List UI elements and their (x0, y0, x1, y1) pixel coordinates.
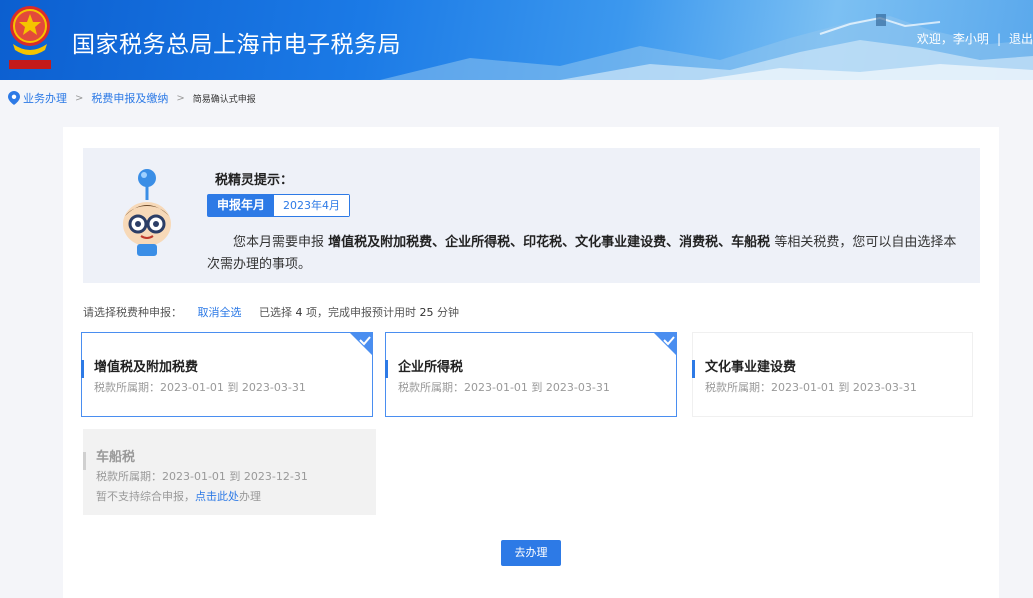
tax-card-name: 车船税 (96, 450, 136, 465)
selected-count: 4 (295, 306, 303, 319)
tax-card-cultural-fee[interactable]: 文化事业建设费 税款所属期：2023-01-01 到 2023-03-31 (692, 332, 973, 417)
breadcrumb-business[interactable]: 业务办理 (23, 90, 67, 106)
location-pin-icon (8, 91, 20, 105)
breadcrumb: 业务办理 > 税费申报及缴纳 > 简易确认式申报 (8, 90, 256, 106)
tax-assistant-mascot-icon (123, 169, 171, 256)
tax-card-name: 企业所得税 (398, 360, 464, 375)
tax-card-period: 税款所属期：2023-01-01 到 2023-03-31 (398, 381, 610, 394)
card-accent-bar (692, 360, 695, 378)
go-process-button[interactable]: 去办理 (501, 540, 561, 566)
tip-title: 税精灵提示： (215, 173, 294, 188)
tax-card-period: 税款所属期：2023-01-01 到 2023-03-31 (705, 381, 917, 394)
logout-link[interactable]: 退出 (1009, 32, 1033, 46)
filing-period-value: 2023年4月 (274, 195, 350, 216)
tax-card-vat[interactable]: 增值税及附加税费 税款所属期：2023-01-01 到 2023-03-31 (81, 332, 373, 417)
user-area: 欢迎，李小明 | 退出 (917, 30, 1033, 47)
selection-summary-mid: 项，完成申报预计用时 (306, 306, 416, 319)
main-panel: 税精灵提示： 申报年月 2023年4月 您本月需要申报 增值税及附加税费、企业所… (63, 127, 999, 598)
tip-text: 您本月需要申报 增值税及附加税费、企业所得税、印花税、文化事业建设费、消费税、车… (207, 232, 967, 276)
selection-bar: 请选择税费种申报： 取消全选 已选择 4 项，完成申报预计用时 25 分钟 (83, 304, 459, 320)
tip-box: 税精灵提示： 申报年月 2023年4月 您本月需要申报 增值税及附加税费、企业所… (83, 148, 980, 283)
tax-card-vehicle-vessel: 车船税 税款所属期：2023-01-01 到 2023-12-31 暂不支持综合… (83, 429, 376, 515)
selection-summary-prefix: 已选择 (259, 306, 292, 319)
click-here-link[interactable]: 点击此处 (195, 490, 239, 503)
welcome-text: 欢迎，李小明 (916, 32, 989, 46)
tax-bureau-emblem-icon (9, 6, 51, 69)
tip-text-prefix: 您本月需要申报 (233, 235, 325, 250)
cancel-all-link[interactable]: 取消全选 (198, 306, 242, 319)
checkmark-icon (350, 333, 372, 355)
header-banner: 国家税务总局上海市电子税务局 欢迎，李小明 | 退出 (0, 0, 1033, 80)
estimated-minutes: 25 (419, 306, 434, 319)
tax-card-note: 暂不支持综合申报，点击此处办理 (96, 488, 261, 504)
tip-text-taxes: 增值税及附加税费、企业所得税、印花税、文化事业建设费、消费税、车船税 (328, 235, 771, 250)
breadcrumb-tax-filing[interactable]: 税费申报及缴纳 (91, 90, 168, 106)
checkmark-icon (654, 333, 676, 355)
tax-card-name: 文化事业建设费 (705, 360, 797, 375)
tax-card-corporate-income[interactable]: 企业所得税 税款所属期：2023-01-01 到 2023-03-31 (385, 332, 677, 417)
selection-label: 请选择税费种申报： (83, 306, 182, 319)
tax-card-period: 税款所属期：2023-01-01 到 2023-12-31 (96, 470, 308, 483)
card-accent-bar (81, 360, 84, 378)
chevron-right-icon: > (75, 92, 84, 104)
selection-summary-suffix: 分钟 (437, 306, 459, 319)
chevron-right-icon: > (176, 92, 185, 104)
separator: | (996, 32, 1001, 46)
card-accent-bar (385, 360, 388, 378)
note-prefix: 暂不支持综合申报， (96, 490, 195, 503)
filing-period-tag: 申报年月 2023年4月 (207, 194, 351, 217)
note-suffix: 办理 (239, 490, 261, 503)
breadcrumb-current: 简易确认式申报 (192, 94, 256, 105)
filing-period-label: 申报年月 (208, 195, 275, 216)
site-title: 国家税务总局上海市电子税务局 (72, 32, 401, 58)
tax-card-period: 税款所属期：2023-01-01 到 2023-03-31 (94, 381, 306, 394)
card-accent-bar (83, 452, 86, 470)
tax-card-name: 增值税及附加税费 (94, 360, 199, 375)
